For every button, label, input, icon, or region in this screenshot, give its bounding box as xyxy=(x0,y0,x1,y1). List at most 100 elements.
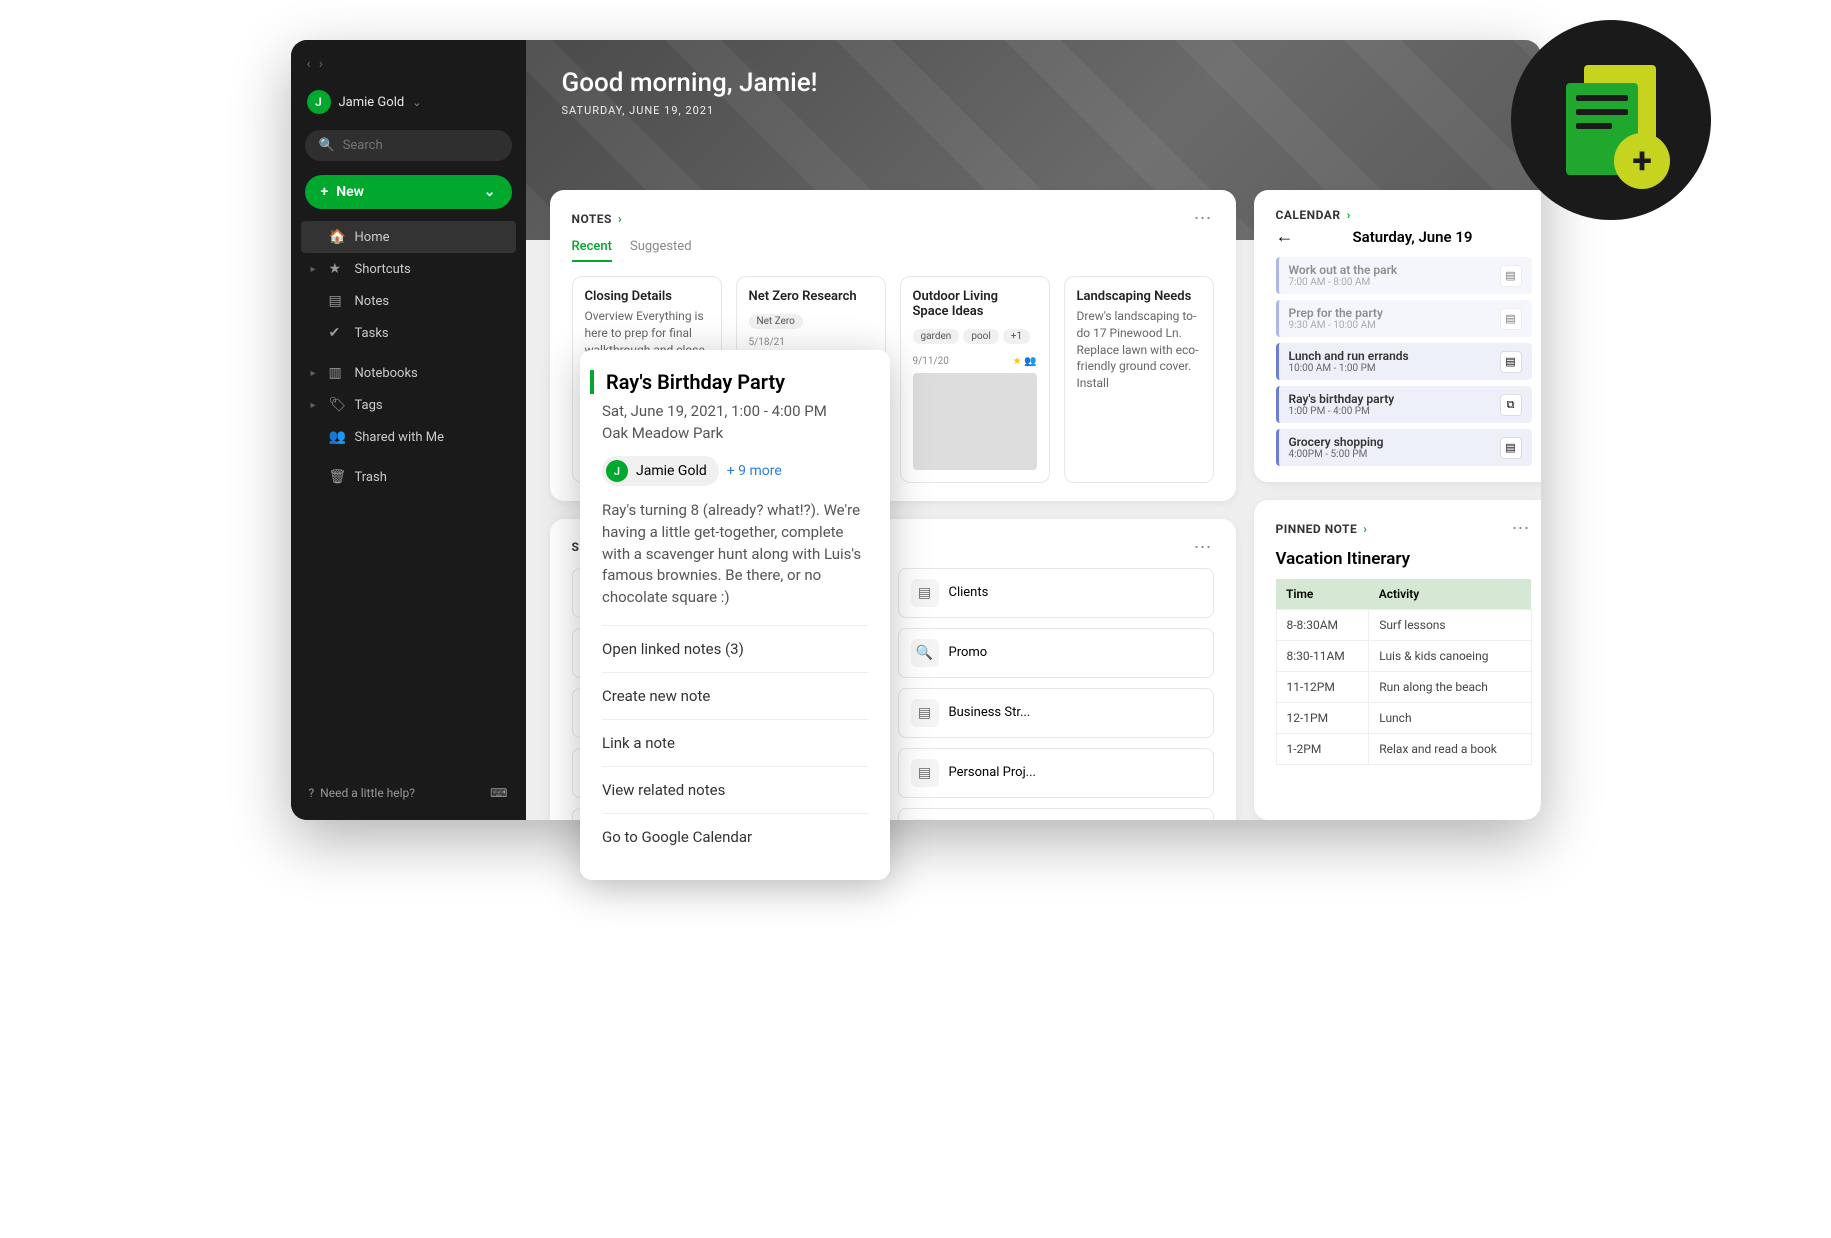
help-icon[interactable]: ? xyxy=(309,786,315,800)
shortcut-label: Business Str... xyxy=(949,705,1031,720)
note-icon: ▤ xyxy=(911,759,939,787)
back-arrow-icon[interactable]: ← xyxy=(1276,226,1294,247)
popup-action[interactable]: Create new note xyxy=(602,672,868,719)
attendee-chip[interactable]: JJamie Gold xyxy=(602,456,719,486)
note-add-icon[interactable]: ▤ xyxy=(1500,351,1522,373)
note-add-icon[interactable]: ▤ xyxy=(1500,437,1522,459)
greeting: Good morning, Jamie! xyxy=(562,68,1505,98)
event-time: 1:00 PM - 4:00 PM xyxy=(1289,406,1395,417)
note-card[interactable]: Landscaping Needs Drew's landscaping to-… xyxy=(1064,276,1214,483)
calendar-event[interactable]: Prep for the party9:30 AM - 10:00 AM▤ xyxy=(1276,300,1532,337)
table-row: 8-8:30AMSurf lessons xyxy=(1276,610,1531,641)
note-icon: ▤ xyxy=(911,579,939,607)
popup-description: Ray's turning 8 (already? what!?). We're… xyxy=(602,500,868,609)
nav-shortcuts[interactable]: ▸★Shortcuts xyxy=(301,253,516,285)
cell-activity: Run along the beach xyxy=(1369,672,1531,703)
chevron-down-icon: ⌄ xyxy=(412,96,421,109)
popup-action[interactable]: View related notes xyxy=(602,766,868,813)
calendar-event[interactable]: Work out at the park7:00 AM - 8:00 AM▤ xyxy=(1276,257,1532,294)
th-time: Time xyxy=(1276,579,1369,610)
popup-action[interactable]: Link a note xyxy=(602,719,868,766)
cell-activity: Surf lessons xyxy=(1369,610,1531,641)
more-icon[interactable]: ⋯ xyxy=(1512,518,1532,539)
shortcut-label: Clients xyxy=(949,585,989,600)
nav-notes[interactable]: ▤ Notes xyxy=(301,285,516,317)
th-activity: Activity xyxy=(1369,579,1531,610)
note-title: Outdoor Living Space Ideas xyxy=(913,289,1037,319)
shortcut-item[interactable]: 🏷Leads xyxy=(898,808,1214,820)
shortcut-item[interactable]: 🔍Promo xyxy=(898,628,1214,678)
nav-tags[interactable]: ▸🏷Tags xyxy=(301,389,516,421)
cell-activity: Luis & kids canoeing xyxy=(1369,641,1531,672)
shortcut-item[interactable]: ▤Personal Proj... xyxy=(898,748,1214,798)
calendar-event[interactable]: Lunch and run errands10:00 AM - 1:00 PM▤ xyxy=(1276,343,1532,380)
tag: +1 xyxy=(1003,329,1030,344)
table-row: 8:30-11AMLuis & kids canoeing xyxy=(1276,641,1531,672)
cell-time: 8-8:30AM xyxy=(1276,610,1369,641)
new-button[interactable]: + New ⌄ xyxy=(305,175,512,209)
event-time: 10:00 AM - 1:00 PM xyxy=(1289,363,1409,374)
note-time: 9/11/20 xyxy=(913,356,949,367)
note-icon: ▤ xyxy=(911,699,939,727)
more-attendees-link[interactable]: + 9 more xyxy=(727,463,782,479)
nav-notebooks[interactable]: ▸▥Notebooks xyxy=(301,357,516,389)
pinned-note-title: Vacation Itinerary xyxy=(1276,549,1532,569)
shortcut-item[interactable]: ▤ Business Str... xyxy=(898,688,1214,738)
promo-badge: + xyxy=(1511,20,1711,220)
cell-time: 11-12PM xyxy=(1276,672,1369,703)
cell-time: 1-2PM xyxy=(1276,734,1369,765)
trash-icon: 🗑 xyxy=(329,469,345,485)
pinned-panel-title[interactable]: PINNED NOTE› xyxy=(1276,522,1368,536)
calendar-panel: CALENDAR› ← Saturday, June 19 Work out a… xyxy=(1254,190,1541,482)
tab-recent[interactable]: Recent xyxy=(572,239,612,262)
nav-list: 🏠Home ▸★Shortcuts ▤ Notes ✔Tasks ▸▥Notebo… xyxy=(301,221,516,493)
search-input[interactable] xyxy=(343,138,509,153)
keyboard-icon[interactable]: ⌨ xyxy=(490,786,507,800)
new-button-label: New xyxy=(336,184,364,200)
pinned-note-panel: PINNED NOTE› ⋯ Vacation Itinerary TimeAc… xyxy=(1254,500,1541,820)
account-switcher[interactable]: J Jamie Gold ⌄ xyxy=(301,84,516,120)
window-nav: ‹ › xyxy=(301,52,516,84)
nav-tasks[interactable]: ✔Tasks xyxy=(301,317,516,349)
people-icon: 👥 xyxy=(329,429,345,445)
event-popup: Ray's Birthday Party Sat, June 19, 2021,… xyxy=(580,350,890,880)
search-icon: 🔍 xyxy=(911,639,939,667)
forward-arrow-icon[interactable]: › xyxy=(319,56,323,72)
nav-label: Home xyxy=(355,230,390,245)
attendee-name: Jamie Gold xyxy=(636,463,707,479)
note-title: Closing Details xyxy=(585,289,709,304)
calendar-event[interactable]: Grocery shopping4:00PM - 5:00 PM▤ xyxy=(1276,429,1532,466)
open-linked-notes[interactable]: Open linked notes (3) xyxy=(602,625,868,672)
note-add-icon[interactable]: ▤ xyxy=(1500,265,1522,287)
note-add-icon[interactable]: ▤ xyxy=(1500,308,1522,330)
popup-action[interactable]: Go to Google Calendar xyxy=(602,813,868,860)
tag: garden xyxy=(913,329,960,344)
copy-icon[interactable]: ⧉ xyxy=(1500,394,1522,416)
nav-label: Notes xyxy=(355,294,390,309)
event-title: Work out at the park xyxy=(1289,263,1398,277)
chevron-down-icon: ⌄ xyxy=(484,184,496,200)
tag: pool xyxy=(963,329,998,344)
star-icon: ★ xyxy=(329,261,345,277)
tab-suggested[interactable]: Suggested xyxy=(630,239,692,262)
calendar-panel-title[interactable]: CALENDAR› xyxy=(1276,208,1351,222)
calendar-event[interactable]: Ray's birthday party1:00 PM - 4:00 PM⧉ xyxy=(1276,386,1532,423)
nav-shared[interactable]: 👥 Shared with Me xyxy=(301,421,516,453)
note-icon: ▤ xyxy=(329,293,345,309)
notes-panel-title[interactable]: NOTES› xyxy=(572,212,623,226)
more-icon[interactable]: ⋯ xyxy=(1194,208,1214,229)
nav-trash[interactable]: 🗑 Trash xyxy=(301,461,516,493)
nav-label: Notebooks xyxy=(355,366,418,381)
help-label[interactable]: Need a little help? xyxy=(320,786,415,800)
back-arrow-icon[interactable]: ‹ xyxy=(307,56,311,72)
nav-label: Shared with Me xyxy=(355,430,445,445)
plus-icon: + xyxy=(321,184,329,200)
cell-activity: Lunch xyxy=(1369,703,1531,734)
nav-home[interactable]: 🏠Home xyxy=(301,221,516,253)
nav-label: Trash xyxy=(355,470,387,485)
more-icon[interactable]: ⋯ xyxy=(1194,537,1214,558)
search-box[interactable]: 🔍 xyxy=(305,130,512,161)
search-icon: 🔍 xyxy=(319,138,335,153)
note-card[interactable]: Outdoor Living Space Ideas gardenpool+1 … xyxy=(900,276,1050,483)
shortcut-item[interactable]: ▤ Clients xyxy=(898,568,1214,618)
